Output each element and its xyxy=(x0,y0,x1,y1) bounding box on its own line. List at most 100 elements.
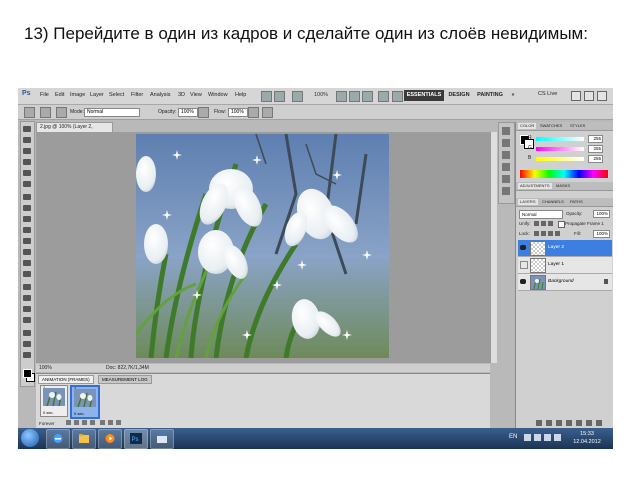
crop-tool-icon[interactable] xyxy=(23,170,31,176)
layer-name[interactable]: Layer 1 xyxy=(548,262,564,267)
healing-brush-tool-icon[interactable] xyxy=(23,194,31,200)
green-slider[interactable]: G 255 xyxy=(528,145,603,153)
tab-channels[interactable]: CHANNELS xyxy=(540,199,566,205)
delete-layer-icon[interactable] xyxy=(596,420,602,426)
visibility-toggle-empty[interactable] xyxy=(520,261,528,269)
more-workspaces-button[interactable]: » xyxy=(508,90,518,101)
green-slider-track[interactable] xyxy=(536,147,584,151)
taskbar-media-player[interactable] xyxy=(98,429,122,449)
propagate-checkbox[interactable] xyxy=(558,221,565,228)
brush-panel-icon[interactable] xyxy=(56,107,67,118)
eraser-tool-icon[interactable] xyxy=(23,238,31,244)
arrange-documents-icon[interactable] xyxy=(378,91,389,102)
marquee-tool-icon[interactable] xyxy=(23,137,31,143)
minimize-icon[interactable] xyxy=(571,91,581,101)
menu-filter[interactable]: Filter xyxy=(131,92,143,98)
hand-tool-icon[interactable] xyxy=(336,91,347,102)
zoom-tool-icon[interactable] xyxy=(349,91,360,102)
menu-help[interactable]: Help xyxy=(235,92,246,98)
fill-input[interactable]: 100% xyxy=(593,230,610,238)
gradient-tool-icon[interactable] xyxy=(23,249,31,255)
brush-size-icon[interactable] xyxy=(40,107,51,118)
tween-icon[interactable] xyxy=(100,420,105,425)
layers-opacity-input[interactable]: 100% xyxy=(593,210,610,218)
3d-orbit-tool-icon[interactable] xyxy=(23,341,31,347)
unify-position-icon[interactable] xyxy=(534,221,539,226)
cs-live-button[interactable]: CS Live xyxy=(538,91,557,97)
maximize-icon[interactable] xyxy=(584,91,594,101)
red-slider-track[interactable] xyxy=(536,137,584,141)
lock-position-icon[interactable] xyxy=(548,231,553,236)
taskbar-photoshop[interactable]: Ps xyxy=(124,429,148,449)
flow-input[interactable]: 100% xyxy=(228,108,248,117)
unify-style-icon[interactable] xyxy=(548,221,553,226)
taskbar-window[interactable] xyxy=(150,429,174,449)
first-frame-icon[interactable] xyxy=(66,420,71,425)
airbrush-icon[interactable] xyxy=(248,107,259,118)
close-icon[interactable] xyxy=(597,91,607,101)
tab-styles[interactable]: STYLES xyxy=(568,123,587,129)
layer-row-layer-1[interactable]: Layer 1 xyxy=(518,257,612,274)
workspace-painting[interactable]: PAINTING xyxy=(474,90,506,101)
tab-masks[interactable]: MASKS xyxy=(554,183,572,189)
green-value[interactable]: 255 xyxy=(588,145,603,153)
move-tool-icon[interactable] xyxy=(23,126,31,132)
play-icon[interactable] xyxy=(82,420,87,425)
layer-style-icon[interactable] xyxy=(546,420,552,426)
link-layers-icon[interactable] xyxy=(536,420,542,426)
blue-slider-track[interactable] xyxy=(536,157,584,161)
mode-select[interactable]: Normal xyxy=(84,108,140,117)
blue-value[interactable]: 255 xyxy=(588,155,603,163)
delete-frame-icon[interactable] xyxy=(116,420,121,425)
clone-stamp-tool-icon[interactable] xyxy=(23,216,31,222)
next-frame-icon[interactable] xyxy=(90,420,95,425)
tab-color[interactable]: COLOR xyxy=(518,123,537,129)
status-zoom[interactable]: 100% xyxy=(39,364,52,372)
layer-row-layer-2[interactable]: Layer 2 xyxy=(518,240,612,257)
opacity-input[interactable]: 100% xyxy=(178,108,198,117)
history-panel-icon[interactable] xyxy=(502,127,510,135)
paragraph-panel-icon[interactable] xyxy=(502,187,510,195)
blur-tool-icon[interactable] xyxy=(23,260,31,266)
workspace-design[interactable]: DESIGN xyxy=(446,90,472,101)
lock-pixels-icon[interactable] xyxy=(541,231,546,236)
menu-3d[interactable]: 3D xyxy=(178,92,185,98)
taskbar-internet-explorer[interactable] xyxy=(46,429,70,449)
menu-analysis[interactable]: Analysis xyxy=(150,92,170,98)
brush-tool-icon[interactable] xyxy=(23,205,31,211)
foreground-color-swatch[interactable] xyxy=(23,369,32,378)
actions-panel-icon[interactable] xyxy=(502,139,510,147)
pen-tool-icon[interactable] xyxy=(23,284,31,290)
tab-paths[interactable]: PATHS xyxy=(568,199,585,205)
workspace-essentials[interactable]: ESSENTIALS xyxy=(404,90,444,101)
lock-all-icon[interactable] xyxy=(555,231,560,236)
brush-tool-preset-icon[interactable] xyxy=(24,107,35,118)
tray-network-icon[interactable] xyxy=(544,434,551,441)
lasso-tool-icon[interactable] xyxy=(23,148,31,154)
layer-name[interactable]: Layer 2 xyxy=(548,245,564,250)
clone-source-panel-icon[interactable] xyxy=(502,163,510,171)
new-group-icon[interactable] xyxy=(576,420,582,426)
menu-image[interactable]: Image xyxy=(70,92,85,98)
shape-tool-icon[interactable] xyxy=(23,317,31,323)
menu-select[interactable]: Select xyxy=(109,92,124,98)
minibridge-icon[interactable] xyxy=(274,91,285,102)
unify-visibility-icon[interactable] xyxy=(541,221,546,226)
lock-transparency-icon[interactable] xyxy=(534,231,539,236)
visibility-eye-icon[interactable] xyxy=(520,245,526,250)
previous-frame-icon[interactable] xyxy=(74,420,79,425)
tray-volume-icon[interactable] xyxy=(554,434,561,441)
menu-edit[interactable]: Edit xyxy=(55,92,64,98)
tray-arrow-icon[interactable] xyxy=(524,434,531,441)
menu-view[interactable]: View xyxy=(190,92,202,98)
blue-slider[interactable]: B 255 xyxy=(528,155,603,163)
bridge-icon[interactable] xyxy=(261,91,272,102)
red-slider[interactable]: R 255 xyxy=(528,135,603,143)
tray-flag-icon[interactable] xyxy=(534,434,541,441)
tab-animation-frames[interactable]: ANIMATION (FRAMES) xyxy=(38,375,94,384)
screen-mode-icon[interactable] xyxy=(392,91,403,102)
canvas-photo[interactable] xyxy=(136,134,389,358)
path-selection-tool-icon[interactable] xyxy=(23,306,31,312)
language-indicator[interactable]: EN xyxy=(509,434,517,440)
color-spectrum[interactable] xyxy=(520,170,608,178)
